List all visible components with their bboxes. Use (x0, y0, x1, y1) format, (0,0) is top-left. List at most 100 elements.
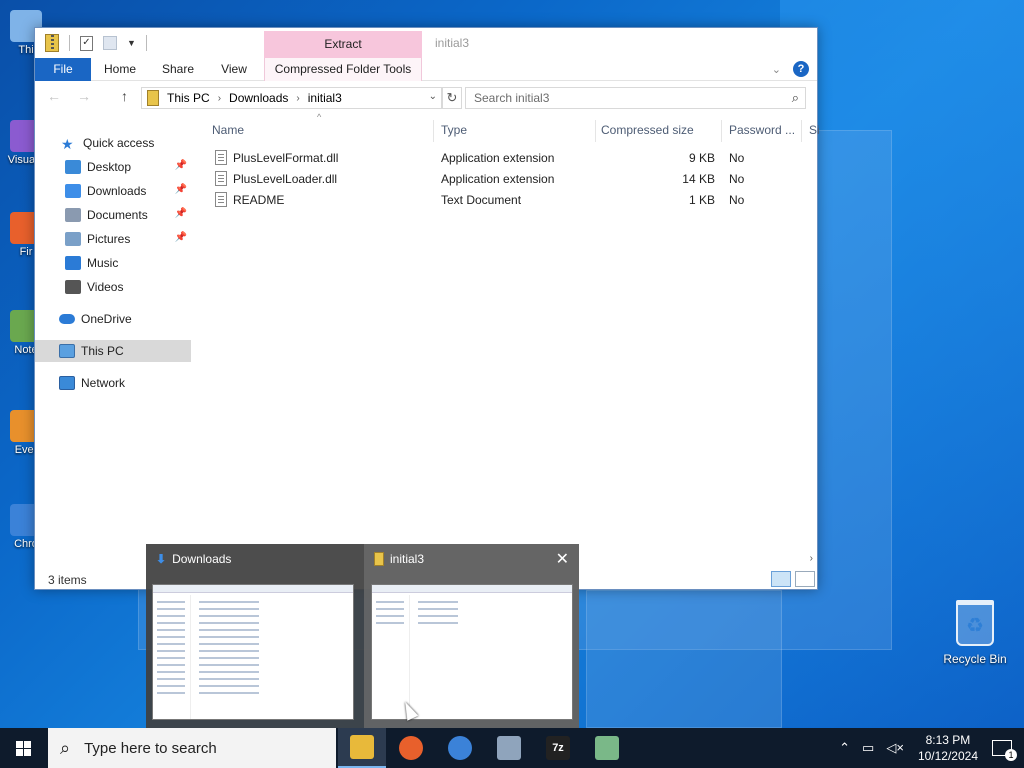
preview-line (157, 678, 185, 680)
details-view-icon[interactable] (771, 571, 791, 587)
breadcrumb-initial3[interactable]: initial3 (308, 91, 342, 105)
cell-password: No (729, 193, 745, 207)
preview-line (199, 664, 259, 666)
app-icon (350, 735, 374, 759)
app-icon (497, 736, 521, 760)
column-size[interactable]: Si (809, 122, 820, 142)
thumbnail-label: initial3 (390, 552, 425, 566)
taskbar-app-file-explorer[interactable] (338, 728, 386, 768)
nav-onedrive[interactable]: OneDrive (35, 308, 191, 330)
preview-line (157, 643, 185, 645)
nav-downloads[interactable]: Downloads 📌 (35, 180, 191, 202)
tab-view[interactable]: View (211, 58, 257, 81)
column-password[interactable]: Password ... (729, 122, 795, 142)
clock[interactable]: 8:13 PM 10/12/2024 (918, 732, 978, 764)
table-row[interactable]: PlusLevelLoader.dll Application extension… (205, 169, 805, 190)
forward-arrow-icon[interactable]: → (77, 88, 91, 104)
column-divider[interactable] (595, 120, 596, 142)
properties-icon[interactable]: ✓ (80, 35, 93, 51)
table-row[interactable]: PlusLevelFormat.dll Application extension… (205, 148, 805, 169)
tab-compressed-folder-tools[interactable]: Compressed Folder Tools (264, 58, 422, 81)
cell-size: 9 KB (688, 151, 715, 165)
taskbar-thumbnail-previews: ⬇ Downloads initial3 ✕ (146, 544, 579, 728)
expand-ribbon-icon[interactable]: ⌄ (772, 63, 781, 76)
chevron-down-icon[interactable]: ⌄ (429, 91, 437, 102)
music-icon (65, 256, 81, 270)
address-bar[interactable]: This PC › Downloads › initial3 ⌄ (141, 87, 442, 109)
large-icons-view-icon[interactable] (795, 571, 815, 587)
column-divider[interactable] (721, 120, 722, 142)
search-icon: ⌕ (60, 737, 71, 758)
breadcrumb-this-pc[interactable]: This PC (167, 91, 210, 105)
app-icon (448, 736, 472, 760)
taskbar-search-box[interactable]: ⌕ Type here to search (48, 728, 336, 768)
nav-network[interactable]: Network (35, 372, 191, 394)
recycle-bin-icon[interactable]: Recycle Bin (942, 600, 1008, 666)
preview-line (199, 643, 259, 645)
file-icon (215, 192, 227, 207)
column-name[interactable]: Name (212, 122, 244, 142)
new-folder-icon[interactable] (103, 36, 117, 50)
cell-type: Application extension (441, 172, 555, 186)
ribbon-right-controls: ⌄ ? (772, 61, 809, 77)
desktop-icon (65, 160, 81, 174)
taskbar: ⌕ Type here to search 7z ⌃ ▭ ◁× 8:13 PM … (0, 728, 1024, 768)
nav-music[interactable]: Music (35, 252, 191, 274)
column-divider[interactable] (801, 120, 802, 142)
close-icon[interactable]: ✕ (556, 549, 569, 569)
nav-this-pc[interactable]: This PC (35, 340, 191, 362)
breadcrumb-downloads[interactable]: Downloads (229, 91, 288, 105)
navigation-pane: ★ Quick access Desktop 📌 Downloads 📌 Documen… (35, 124, 195, 564)
chevron-up-icon[interactable]: ⌃ (839, 740, 850, 756)
preview-line (199, 622, 259, 624)
app-icon (399, 736, 423, 760)
network-status-icon[interactable]: ▭ (862, 740, 874, 756)
start-button[interactable] (0, 728, 48, 768)
search-input[interactable]: Search initial3 ⌕ (465, 87, 806, 109)
volume-muted-icon[interactable]: ◁× (886, 740, 904, 756)
preview-line (199, 629, 259, 631)
chevron-right-icon[interactable]: › (296, 93, 299, 104)
taskbar-app-app[interactable] (485, 728, 533, 768)
preview-line (199, 692, 259, 694)
nav-pictures[interactable]: Pictures 📌 (35, 228, 191, 250)
tab-file[interactable]: File (35, 58, 91, 81)
preview-line (199, 615, 259, 617)
extract-context-tab[interactable]: Extract (264, 31, 422, 58)
scroll-right-icon[interactable]: › (810, 553, 813, 564)
file-icon (215, 171, 227, 186)
tab-share[interactable]: Share (155, 58, 201, 81)
column-divider[interactable] (433, 120, 434, 142)
windows-logo-icon (24, 741, 31, 748)
taskbar-app-notepad-[interactable] (583, 728, 631, 768)
column-type[interactable]: Type (441, 122, 467, 142)
nav-label: Videos (87, 280, 124, 294)
network-icon (59, 376, 75, 390)
nav-quick-access[interactable]: ★ Quick access (35, 132, 191, 154)
refresh-icon[interactable]: ↻ (442, 87, 462, 109)
nav-documents[interactable]: Documents 📌 (35, 204, 191, 226)
preview-line (418, 622, 458, 624)
preview-line (157, 692, 185, 694)
customize-toolbar-icon[interactable]: ▼ (127, 38, 136, 48)
taskbar-app-firefox[interactable] (387, 728, 435, 768)
thumbnail-label: Downloads (172, 552, 232, 566)
nav-videos[interactable]: Videos (35, 276, 191, 298)
taskbar-app-chrome[interactable] (436, 728, 484, 768)
windows-logo-icon (16, 741, 23, 748)
back-arrow-icon[interactable]: ← (47, 88, 61, 104)
thumbnail-downloads[interactable]: ⬇ Downloads (146, 544, 362, 728)
preview-line (418, 608, 458, 610)
chevron-right-icon[interactable]: › (218, 93, 221, 104)
up-arrow-icon[interactable]: ↑ (121, 88, 128, 104)
column-compressed-size[interactable]: Compressed size (601, 122, 694, 142)
taskbar-app-7-zip[interactable]: 7z (534, 728, 582, 768)
tab-home[interactable]: Home (97, 58, 143, 81)
notification-center-icon[interactable]: 1 (992, 740, 1017, 761)
help-icon[interactable]: ? (793, 61, 809, 77)
preview-line (199, 671, 259, 673)
table-row[interactable]: README Text Document 1 KB No (205, 190, 805, 211)
system-tray: ⌃ ▭ ◁× 8:13 PM 10/12/2024 1 (833, 728, 1024, 768)
thumbnail-initial3[interactable]: initial3 ✕ (364, 544, 579, 728)
nav-desktop[interactable]: Desktop 📌 (35, 156, 191, 178)
